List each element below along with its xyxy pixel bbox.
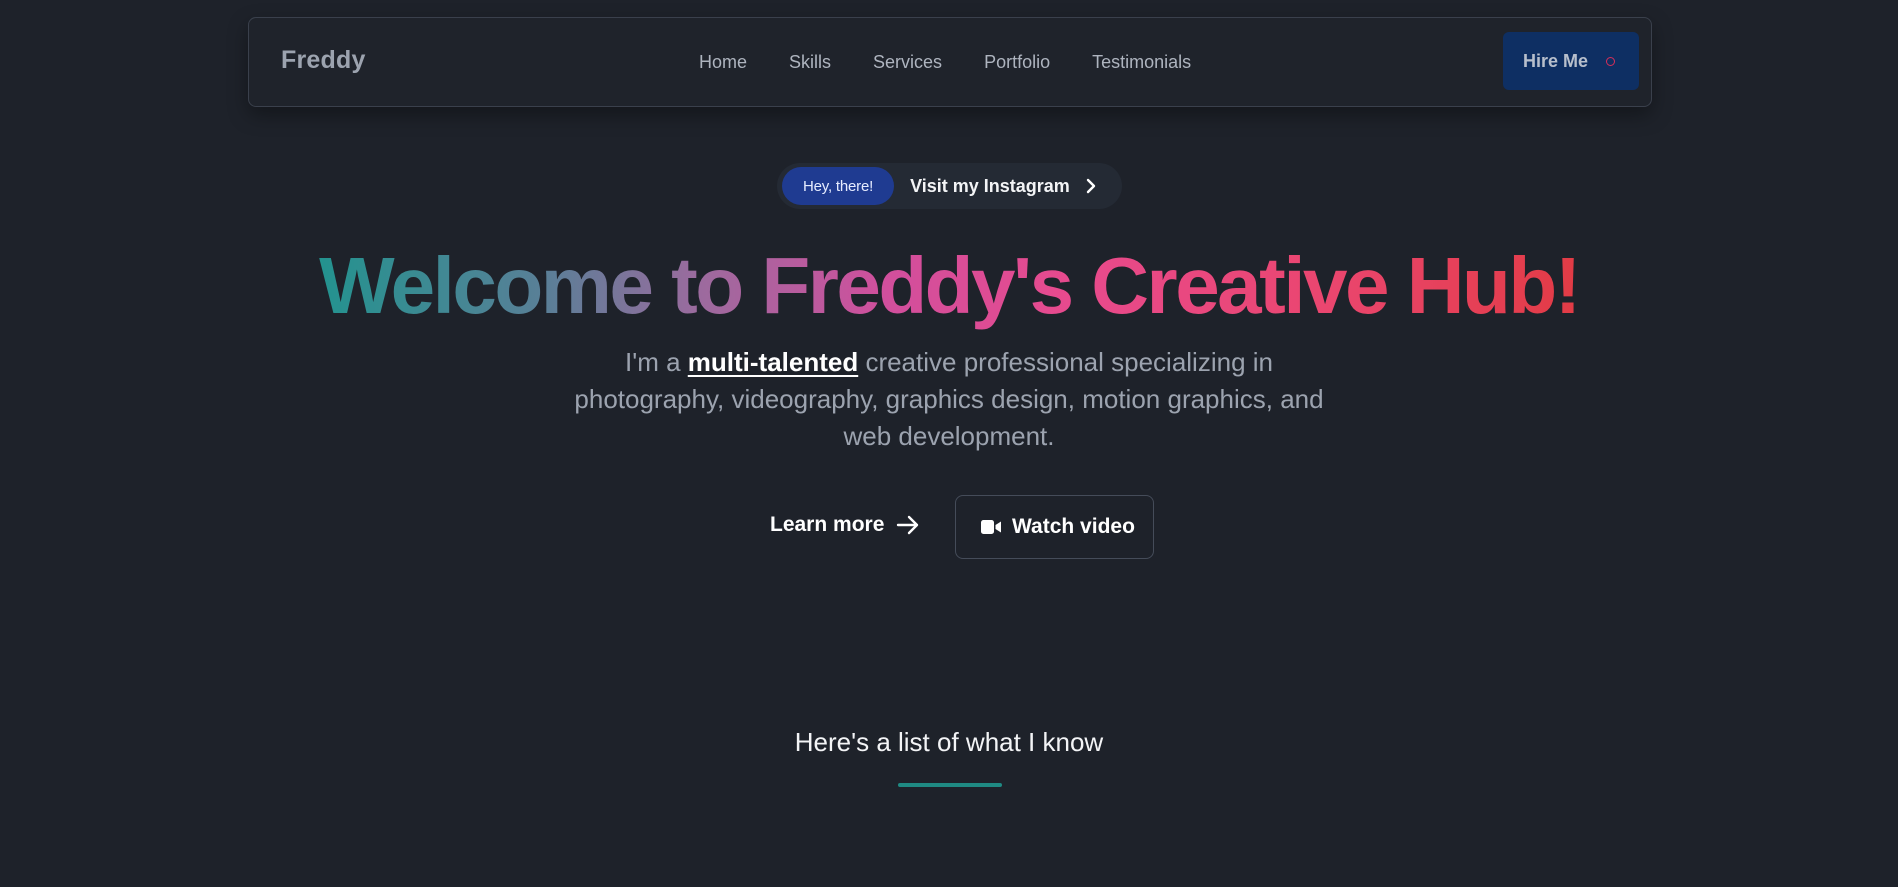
hire-me-label: Hire Me xyxy=(1523,50,1589,71)
watch-video-button[interactable]: Watch video xyxy=(955,495,1154,559)
instagram-link[interactable]: Visit my Instagram xyxy=(910,176,1098,197)
brand-logo[interactable]: Freddy xyxy=(281,46,366,75)
hero-title: Welcome to Freddy's Creative Hub! xyxy=(0,238,1898,334)
video-camera-icon xyxy=(981,520,1001,534)
nav-link-skills[interactable]: Skills xyxy=(789,52,831,73)
subtitle-prefix: I'm a xyxy=(625,347,688,377)
subtitle-emphasis: multi-talented xyxy=(687,347,859,377)
navbar: Freddy Home Skills Services Portfolio Te… xyxy=(248,17,1652,107)
circle-icon xyxy=(1606,57,1615,66)
nav-links: Home Skills Services Portfolio Testimoni… xyxy=(699,18,1191,106)
skills-heading: Here's a list of what I know xyxy=(794,727,1104,757)
chevron-right-icon xyxy=(1086,178,1095,194)
learn-more-button[interactable]: Learn more xyxy=(770,513,920,537)
nav-link-portfolio[interactable]: Portfolio xyxy=(984,52,1050,73)
learn-more-label: Learn more xyxy=(770,513,885,536)
instagram-link-label: Visit my Instagram xyxy=(910,175,1070,196)
nav-link-home[interactable]: Home xyxy=(699,52,747,73)
nav-link-services[interactable]: Services xyxy=(873,52,942,73)
arrow-right-icon xyxy=(897,515,919,535)
page: Freddy Home Skills Services Portfolio Te… xyxy=(0,0,1898,887)
section-underline xyxy=(898,783,1002,787)
intro-pill: Hey, there! Visit my Instagram xyxy=(777,163,1122,209)
nav-link-testimonials[interactable]: Testimonials xyxy=(1092,52,1191,73)
hero-title-text: Welcome to Freddy's Creative Hub! xyxy=(319,241,1581,330)
watch-video-label: Watch video xyxy=(1012,515,1135,538)
greeting-badge: Hey, there! xyxy=(782,167,895,205)
hire-me-button[interactable]: Hire Me xyxy=(1503,32,1639,90)
hero-subtitle: I'm a multi-talented creative profession… xyxy=(549,344,1349,455)
